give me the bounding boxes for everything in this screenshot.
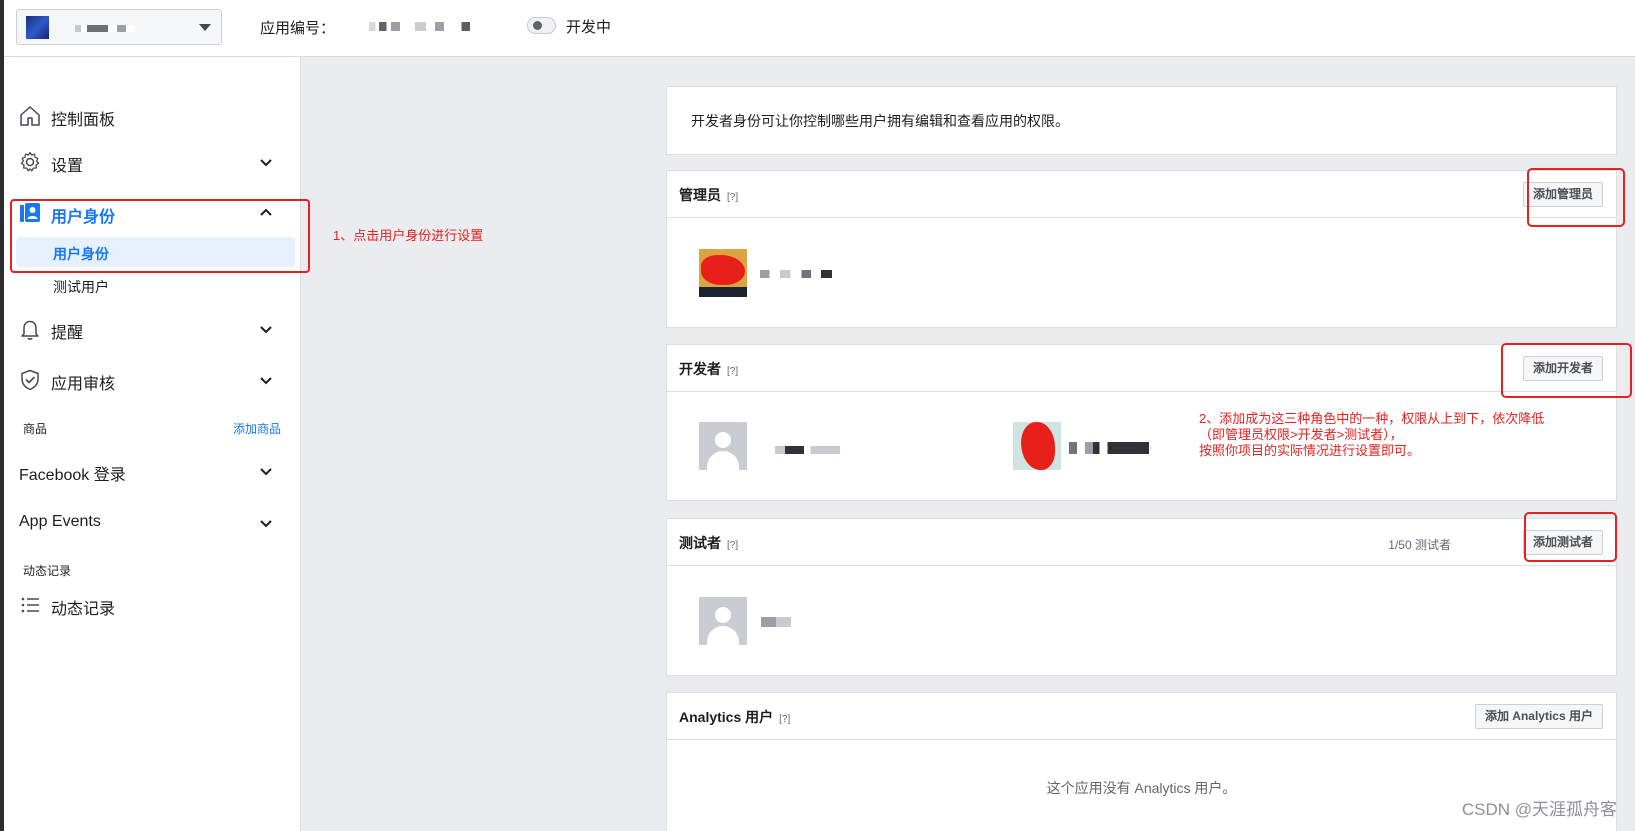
developer-name-redacted	[1069, 442, 1149, 454]
chevron-down-icon	[260, 377, 272, 385]
panel-header: 开发者 [?] 添加开发者	[667, 345, 1616, 392]
app-id-redacted	[369, 22, 479, 31]
gear-icon	[20, 151, 40, 172]
intro-text: 开发者身份可让你控制哪些用户拥有编辑和查看应用的权限。	[691, 113, 1069, 129]
help-icon[interactable]: [?]	[727, 366, 738, 377]
admin-name-redacted	[760, 270, 840, 278]
sidebar-item-activity-log[interactable]: 动态记录	[4, 585, 300, 625]
activity-section-label: 动态记录	[23, 564, 72, 578]
app-switcher-dropdown[interactable]	[16, 9, 222, 45]
developer-name-redacted	[775, 446, 840, 454]
help-icon[interactable]: [?]	[727, 540, 738, 551]
annotation-highlight-add-admin	[1527, 168, 1625, 227]
annotation-highlight-add-tester	[1524, 512, 1617, 562]
sidebar-item-label: Facebook 登录	[19, 467, 126, 484]
list-icon	[21, 597, 39, 613]
app-logo	[26, 16, 49, 39]
help-icon[interactable]: [?]	[727, 192, 738, 203]
subitem-label: 测试用户	[53, 279, 109, 295]
sidebar-item-label: 设置	[51, 158, 84, 175]
panel-title: Analytics 用户 [?]	[679, 709, 791, 725]
tester-name-redacted	[761, 617, 791, 627]
add-product-link[interactable]: 添加商品	[233, 420, 281, 437]
chevron-down-icon	[260, 468, 272, 476]
annotation-line: 按照你项目的实际情况进行设置即可。	[1199, 443, 1421, 458]
app-name-redacted	[75, 25, 135, 32]
caret-down-icon	[199, 24, 211, 31]
avatar	[699, 249, 747, 297]
tester-count: 1/50 测试者	[1388, 538, 1451, 552]
sidebar-item-dashboard[interactable]: 控制面板	[4, 96, 300, 136]
sidebar: 控制面板 设置 用户身份 用户身份 测试用户 提醒 应用审核 商品 添加商品 F…	[4, 57, 301, 831]
chevron-down-icon	[260, 520, 272, 528]
chevron-down-icon	[260, 326, 272, 334]
avatar-head	[715, 432, 731, 448]
watermark: CSDN @天涯孤舟客	[1461, 800, 1617, 819]
sidebar-item-label: 提醒	[51, 325, 84, 342]
panel-header: 测试者 [?] 1/50 测试者 添加测试者	[667, 519, 1616, 566]
panel-header: 管理员 [?] 添加管理员	[667, 171, 1616, 218]
chevron-down-icon	[260, 159, 272, 167]
annotation-step2: 2、添加成为这三种角色中的一种，权限从上到下，依次降低 （即管理员权限>开发者>…	[1199, 411, 1619, 459]
annotation-line: （即管理员权限>开发者>测试者），	[1199, 427, 1403, 442]
avatar	[1013, 422, 1061, 470]
avatar	[699, 422, 747, 470]
bell-icon	[21, 320, 39, 340]
app-id-label: 应用编号：	[260, 20, 336, 37]
sidebar-item-alerts[interactable]: 提醒	[4, 309, 300, 349]
sidebar-item-app-events[interactable]: App Events	[4, 503, 300, 543]
panel-title: 管理员 [?]	[679, 187, 739, 203]
sidebar-item-app-review[interactable]: 应用审核	[4, 360, 300, 400]
help-icon[interactable]: [?]	[779, 714, 790, 725]
annotation-step1: 1、点击用户身份进行设置	[333, 228, 484, 243]
sidebar-item-facebook-login[interactable]: Facebook 登录	[4, 451, 300, 491]
shield-check-icon	[21, 369, 39, 391]
sidebar-item-label: 控制面板	[51, 112, 116, 129]
sidebar-subitem-test-users[interactable]: 测试用户	[16, 270, 295, 300]
panel-title: 测试者 [?]	[679, 535, 739, 551]
dev-mode-toggle[interactable]	[527, 17, 556, 34]
sidebar-item-label: App Events	[19, 513, 101, 530]
sidebar-item-settings[interactable]: 设置	[4, 142, 300, 182]
annotation-line: 2、添加成为这三种角色中的一种，权限从上到下，依次降低	[1199, 411, 1545, 426]
annotation-highlight-roles	[10, 199, 310, 273]
home-icon	[20, 106, 40, 126]
annotation-highlight-add-developer	[1501, 343, 1632, 398]
sidebar-item-label: 动态记录	[51, 601, 116, 618]
sidebar-item-label: 应用审核	[51, 376, 116, 393]
avatar-body	[707, 626, 739, 645]
add-analytics-user-button[interactable]: 添加 Analytics 用户	[1474, 704, 1603, 729]
toggle-knob	[533, 21, 542, 30]
intro-panel: 开发者身份可让你控制哪些用户拥有编辑和查看应用的权限。	[666, 86, 1617, 155]
products-section-label: 商品	[23, 422, 48, 436]
top-bar: 应用编号： 开发中	[4, 0, 1635, 57]
admins-panel: 管理员 [?] 添加管理员	[666, 170, 1617, 328]
avatar	[699, 597, 747, 645]
avatar-head	[715, 607, 731, 623]
dev-status-label: 开发中	[566, 19, 612, 36]
avatar-body	[707, 451, 739, 470]
panel-title: 开发者 [?]	[679, 361, 739, 377]
panel-header: Analytics 用户 [?] 添加 Analytics 用户	[667, 693, 1616, 740]
testers-panel: 测试者 [?] 1/50 测试者 添加测试者	[666, 518, 1617, 676]
